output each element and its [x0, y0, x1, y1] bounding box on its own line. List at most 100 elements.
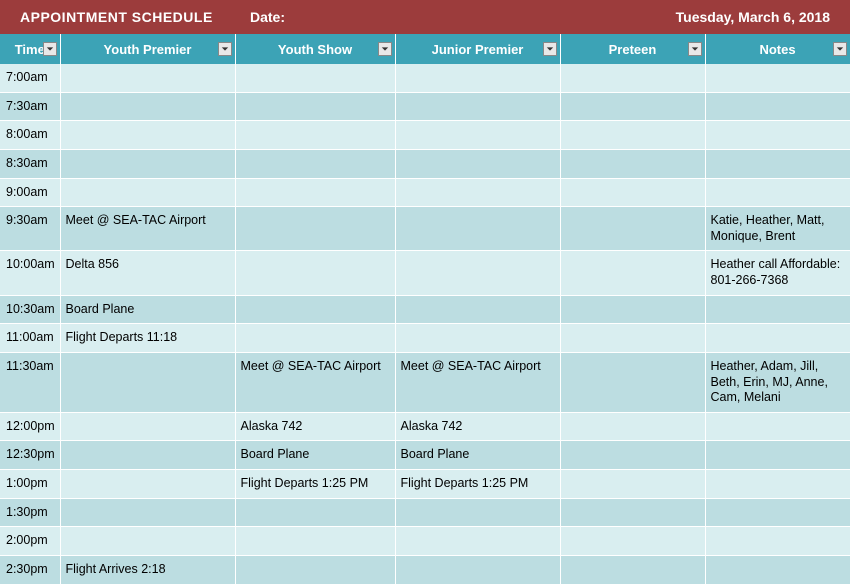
- cell-jp: Alaska 742: [395, 412, 560, 441]
- cell-ys: [235, 295, 395, 324]
- cell-time: 11:30am: [0, 352, 60, 412]
- column-header-notes: Notes: [705, 34, 850, 64]
- cell-time: 10:30am: [0, 295, 60, 324]
- cell-time: 9:30am: [0, 207, 60, 251]
- filter-dropdown-icon[interactable]: [543, 42, 557, 56]
- cell-yp: Flight Arrives 2:18: [60, 555, 235, 584]
- cell-time: 7:30am: [0, 92, 60, 121]
- cell-pt: [560, 441, 705, 470]
- cell-yp: [60, 178, 235, 207]
- table-row: 8:30am: [0, 149, 850, 178]
- cell-pt: [560, 498, 705, 527]
- cell-pt: [560, 295, 705, 324]
- cell-jp: [395, 92, 560, 121]
- cell-notes: [705, 555, 850, 584]
- cell-ys: [235, 324, 395, 353]
- table-row: 2:00pm: [0, 527, 850, 556]
- column-label: Time: [15, 42, 45, 57]
- column-label: Youth Show: [278, 42, 352, 57]
- cell-pt: [560, 324, 705, 353]
- table-row: 12:00pmAlaska 742Alaska 742: [0, 412, 850, 441]
- cell-jp: [395, 295, 560, 324]
- cell-notes: Katie, Heather, Matt, Monique, Brent: [705, 207, 850, 251]
- cell-jp: [395, 121, 560, 150]
- table-row: 1:00pm Flight Departs 1:25 PMFlight Depar…: [0, 470, 850, 499]
- filter-dropdown-icon[interactable]: [218, 42, 232, 56]
- cell-ys: [235, 207, 395, 251]
- schedule-title: APPOINTMENT SCHEDULE: [20, 9, 250, 25]
- cell-notes: [705, 441, 850, 470]
- column-header-pt: Preteen: [560, 34, 705, 64]
- date-value: Tuesday, March 6, 2018: [400, 9, 830, 25]
- cell-yp: [60, 470, 235, 499]
- cell-time: 1:00pm: [0, 470, 60, 499]
- cell-yp: [60, 412, 235, 441]
- title-bar: APPOINTMENT SCHEDULE Date: Tuesday, Marc…: [0, 0, 850, 34]
- cell-jp: [395, 149, 560, 178]
- schedule-body: 7:00am7:30am8:00am8:30am9:00am9:30amMeet…: [0, 64, 850, 584]
- cell-pt: [560, 64, 705, 92]
- cell-ys: [235, 178, 395, 207]
- column-label: Youth Premier: [104, 42, 192, 57]
- cell-notes: [705, 295, 850, 324]
- column-label: Junior Premier: [432, 42, 524, 57]
- cell-pt: [560, 178, 705, 207]
- cell-notes: [705, 149, 850, 178]
- cell-yp: [60, 498, 235, 527]
- cell-ys: Meet @ SEA-TAC Airport: [235, 352, 395, 412]
- cell-jp: [395, 64, 560, 92]
- cell-ys: [235, 555, 395, 584]
- cell-ys: [235, 92, 395, 121]
- cell-time: 7:00am: [0, 64, 60, 92]
- table-row: 1:30pm: [0, 498, 850, 527]
- cell-notes: [705, 92, 850, 121]
- column-label: Preteen: [609, 42, 657, 57]
- cell-ys: Alaska 742: [235, 412, 395, 441]
- table-row: 8:00am: [0, 121, 850, 150]
- cell-pt: [560, 412, 705, 441]
- cell-jp: Board Plane: [395, 441, 560, 470]
- cell-ys: [235, 527, 395, 556]
- cell-pt: [560, 207, 705, 251]
- cell-time: 8:30am: [0, 149, 60, 178]
- cell-notes: [705, 178, 850, 207]
- cell-ys: Flight Departs 1:25 PM: [235, 470, 395, 499]
- cell-jp: Meet @ SEA-TAC Airport: [395, 352, 560, 412]
- table-row: 7:00am: [0, 64, 850, 92]
- cell-yp: Meet @ SEA-TAC Airport: [60, 207, 235, 251]
- table-row: 12:30pmBoard PlaneBoard Plane: [0, 441, 850, 470]
- column-header-time: Time: [0, 34, 60, 64]
- filter-dropdown-icon[interactable]: [688, 42, 702, 56]
- cell-ys: [235, 251, 395, 295]
- cell-pt: [560, 527, 705, 556]
- cell-pt: [560, 251, 705, 295]
- column-header-jp: Junior Premier: [395, 34, 560, 64]
- table-row: 2:30pmFlight Arrives 2:18: [0, 555, 850, 584]
- cell-yp: Board Plane: [60, 295, 235, 324]
- filter-dropdown-icon[interactable]: [43, 42, 57, 56]
- cell-jp: [395, 324, 560, 353]
- cell-jp: [395, 207, 560, 251]
- cell-pt: [560, 149, 705, 178]
- filter-dropdown-icon[interactable]: [378, 42, 392, 56]
- column-label: Notes: [759, 42, 795, 57]
- cell-notes: Heather, Adam, Jill, Beth, Erin, MJ, Ann…: [705, 352, 850, 412]
- date-label: Date:: [250, 9, 400, 25]
- cell-jp: Flight Departs 1:25 PM: [395, 470, 560, 499]
- cell-yp: [60, 441, 235, 470]
- cell-notes: [705, 64, 850, 92]
- cell-time: 2:30pm: [0, 555, 60, 584]
- filter-dropdown-icon[interactable]: [833, 42, 847, 56]
- cell-yp: Delta 856: [60, 251, 235, 295]
- cell-yp: Flight Departs 11:18: [60, 324, 235, 353]
- cell-time: 2:00pm: [0, 527, 60, 556]
- cell-notes: [705, 527, 850, 556]
- cell-time: 10:00am: [0, 251, 60, 295]
- cell-ys: [235, 498, 395, 527]
- cell-jp: [395, 527, 560, 556]
- cell-notes: [705, 121, 850, 150]
- cell-yp: [60, 121, 235, 150]
- cell-jp: [395, 178, 560, 207]
- cell-notes: [705, 470, 850, 499]
- schedule-table: Time Youth Premier Youth Show Junior Premie…: [0, 34, 850, 585]
